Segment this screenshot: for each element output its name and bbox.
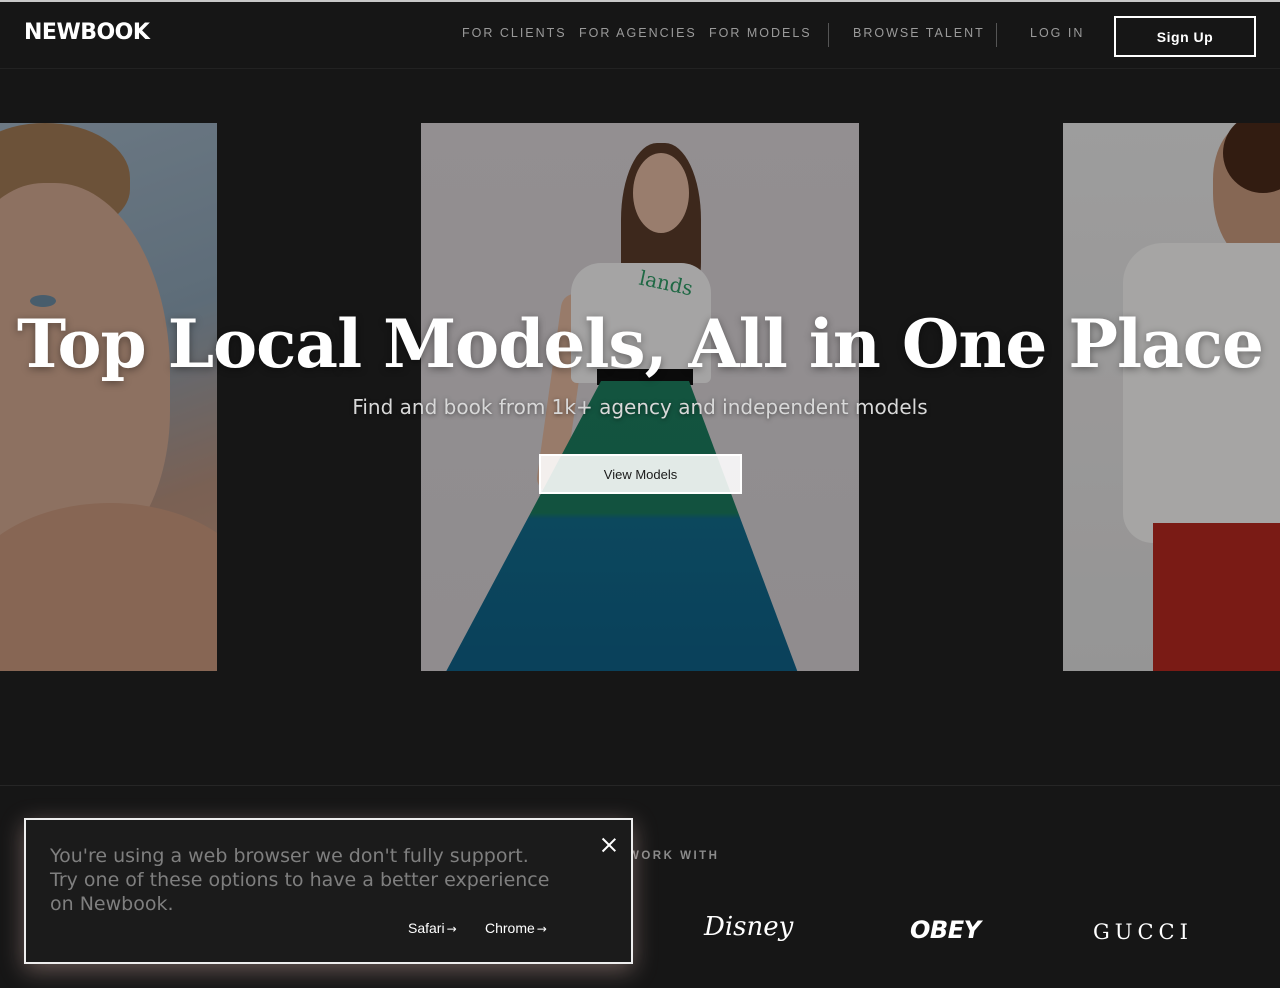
hero-content: Top Local Models, All in One Place Find …: [0, 69, 1280, 785]
nav-for-clients[interactable]: FOR CLIENTS: [462, 26, 567, 40]
notice-message: You're using a web browser we don't full…: [50, 845, 550, 915]
view-models-button[interactable]: View Models: [539, 454, 742, 494]
safari-link-label: Safari: [408, 920, 445, 936]
arrow-right-icon: →: [536, 922, 547, 936]
nav-divider: [996, 23, 997, 47]
hero-subtitle: Find and book from 1k+ agency and indepe…: [352, 395, 928, 419]
safari-link[interactable]: Safari →: [408, 920, 457, 936]
gucci-logo: GUCCI: [1093, 920, 1193, 944]
site-header: NEWBOOK FOR CLIENTS FOR AGENCIES FOR MOD…: [0, 0, 1280, 69]
newbook-logo[interactable]: NEWBOOK: [24, 20, 150, 45]
chrome-link-label: Chrome: [485, 920, 535, 936]
nav-for-agencies[interactable]: FOR AGENCIES: [579, 26, 697, 40]
browser-support-notice: You're using a web browser we don't full…: [24, 818, 633, 964]
disney-logo: Disney: [704, 912, 794, 942]
hero-title: Top Local Models, All in One Place: [17, 305, 1264, 383]
obey-logo: OBEY: [910, 916, 981, 944]
sign-up-button[interactable]: Sign Up: [1114, 16, 1256, 57]
close-icon[interactable]: [600, 836, 618, 854]
chrome-link[interactable]: Chrome →: [485, 920, 547, 936]
arrow-right-icon: →: [446, 922, 457, 936]
brands-heading: WORK WITH: [628, 850, 720, 862]
hero-section: lands Top Local Models, All in One Place…: [0, 69, 1280, 785]
nav-browse-talent[interactable]: BROWSE TALENT: [853, 26, 985, 40]
nav-log-in[interactable]: LOG IN: [1030, 26, 1084, 40]
nav-divider: [828, 23, 829, 47]
nav-for-models[interactable]: FOR MODELS: [709, 26, 812, 40]
